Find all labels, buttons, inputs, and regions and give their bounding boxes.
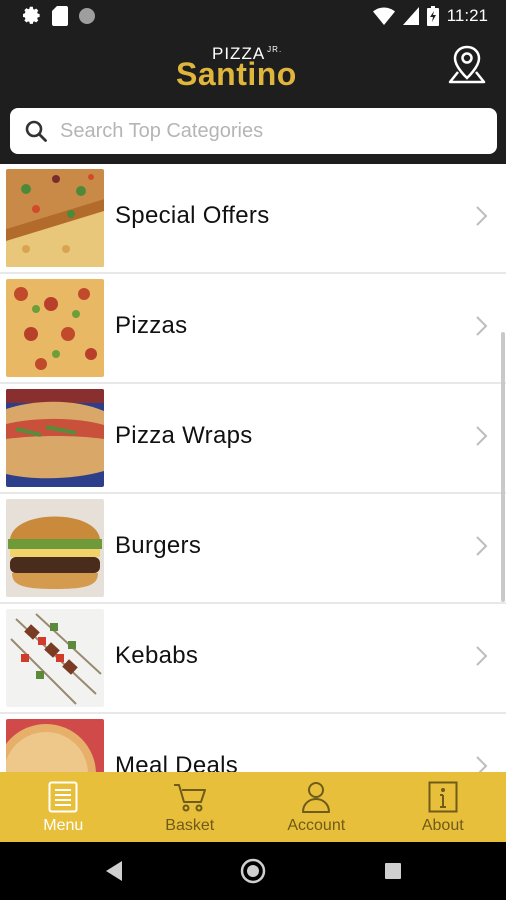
map-pin-icon (448, 45, 486, 84)
chevron-right-icon (476, 536, 488, 556)
category-list: Special Offers Pizzas Pizza Wraps Burger… (0, 164, 506, 772)
category-row-kebabs[interactable]: Kebabs (0, 604, 506, 714)
nav-label: Menu (43, 817, 84, 834)
status-icons-right: 11:21 (372, 6, 488, 26)
bottom-nav: Menu Basket Account About (0, 772, 506, 842)
account-icon (302, 782, 331, 813)
pizza-photo (6, 279, 104, 377)
nav-label: Basket (165, 817, 215, 834)
nav-about[interactable]: About (380, 772, 506, 842)
nav-menu[interactable]: Menu (0, 772, 127, 842)
category-row-pizzas[interactable]: Pizzas (0, 274, 506, 384)
kebab-skewers-photo (6, 609, 104, 707)
menu-icon (48, 781, 78, 813)
category-row-meal-deals[interactable]: Meal Deals (0, 714, 506, 772)
category-label: Meal Deals (115, 752, 239, 772)
status-bar: 11:21 (0, 0, 506, 34)
calzone-photo (6, 389, 104, 487)
wifi-icon (372, 7, 395, 25)
chevron-right-icon (476, 426, 488, 446)
location-button[interactable] (444, 42, 490, 88)
home-icon[interactable] (240, 858, 266, 884)
category-label: Kebabs (115, 642, 199, 669)
sd-card-icon (52, 6, 68, 26)
recents-icon[interactable] (384, 862, 402, 880)
status-icons-left (22, 6, 96, 26)
chevron-right-icon (476, 646, 488, 666)
nav-basket[interactable]: Basket (127, 772, 254, 842)
list-scrollbar[interactable] (501, 332, 505, 602)
chevron-right-icon (476, 206, 488, 226)
chevron-right-icon (476, 316, 488, 336)
status-time: 11:21 (446, 6, 488, 25)
category-label: Special Offers (115, 202, 270, 229)
circle-notification-icon (79, 8, 95, 24)
nav-label: About (421, 817, 464, 834)
nav-label: Account (287, 817, 346, 834)
search-icon (25, 120, 47, 142)
basket-icon (173, 784, 206, 812)
pizza-slices-photo (6, 169, 104, 267)
nav-account[interactable]: Account (253, 772, 380, 842)
settings-icon (23, 6, 40, 24)
back-icon[interactable] (104, 860, 124, 882)
pizza-meal-photo (6, 719, 104, 772)
battery-icon (426, 6, 439, 26)
system-nav-bar (0, 842, 506, 900)
brand-logo[interactable]: PIZZA JR. Santino (176, 44, 356, 92)
signal-icon (402, 7, 419, 25)
app-header: PIZZA JR. Santino (0, 34, 506, 164)
logo-santino-text: Santino (176, 56, 297, 92)
chevron-right-icon (476, 756, 488, 772)
search-input[interactable] (60, 119, 460, 143)
category-label: Pizza Wraps (115, 422, 253, 449)
burger-photo (6, 499, 104, 597)
category-row-pizza-wraps[interactable]: Pizza Wraps (0, 384, 506, 494)
category-label: Pizzas (115, 312, 188, 339)
category-row-special-offers[interactable]: Special Offers (0, 164, 506, 274)
category-label: Burgers (115, 532, 202, 559)
info-icon (428, 781, 458, 813)
category-row-burgers[interactable]: Burgers (0, 494, 506, 604)
search-bar[interactable] (10, 108, 497, 154)
